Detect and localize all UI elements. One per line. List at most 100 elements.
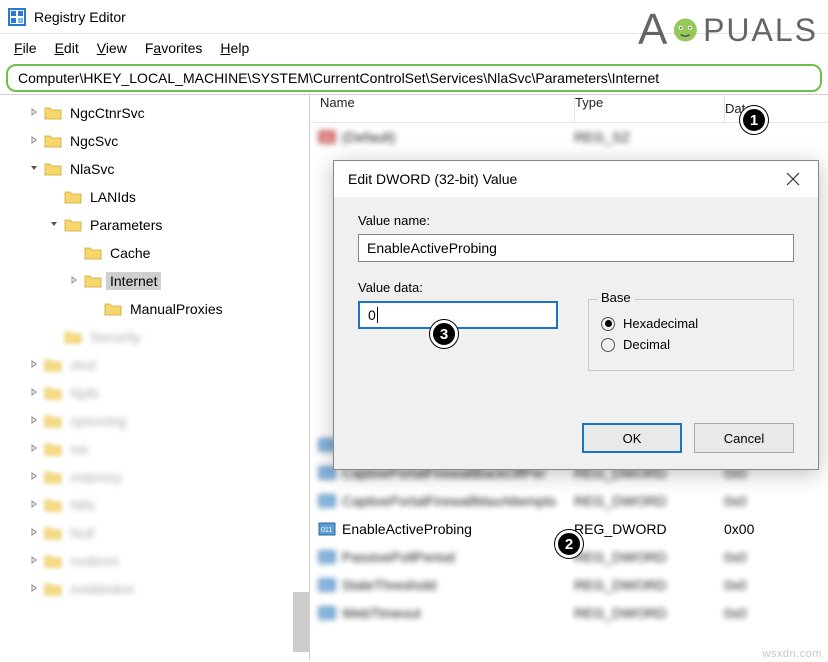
value-icon: 011 (318, 520, 336, 538)
svg-text:011: 011 (321, 471, 332, 478)
dialog-titlebar[interactable]: Edit DWORD (32-bit) Value (334, 161, 818, 197)
base-groupbox: Base Hexadecimal Decimal (588, 299, 794, 371)
tree-item[interactable]: Null (0, 519, 309, 547)
menu-view[interactable]: ViewView (89, 38, 135, 58)
close-icon (786, 172, 800, 186)
chevron-right-icon[interactable] (26, 499, 42, 512)
logo-face-icon (670, 10, 701, 50)
tree-item[interactable]: Ntfs (0, 491, 309, 519)
tree-item[interactable]: ▸Security (0, 323, 309, 351)
chevron-right-icon[interactable] (26, 583, 42, 596)
chevron-right-icon[interactable] (26, 443, 42, 456)
regedit-icon (8, 8, 26, 26)
value-type: REG_DWORD (574, 493, 724, 509)
value-icon: ab (318, 128, 336, 146)
menu-favorites[interactable]: FavoritesFavorites (137, 38, 211, 58)
tree-item[interactable]: nlvd (0, 351, 309, 379)
column-header-type[interactable]: Type (575, 95, 725, 122)
list-row[interactable]: 011CaptivePortalFirewallMaxAttemptsREG_D… (310, 487, 828, 515)
tree-item-label: nsi (66, 440, 92, 458)
value-icon: 011 (318, 576, 336, 594)
folder-icon (44, 582, 62, 596)
folder-icon (44, 106, 62, 120)
tree-item[interactable]: ▸Cache (0, 239, 309, 267)
appuals-watermark: A PUALS (638, 6, 818, 54)
value-name: WebTimeout (342, 605, 574, 621)
value-name: PassivePollPeriod (342, 549, 574, 565)
wsxdn-watermark: wsxdn.com (762, 648, 822, 660)
folder-icon (44, 442, 62, 456)
address-bar[interactable]: Computer\HKEY_LOCAL_MACHINE\SYSTEM\Curre… (6, 64, 822, 92)
tree-item-label: Null (66, 524, 98, 542)
chevron-right-icon[interactable] (26, 359, 42, 372)
chevron-right-icon[interactable] (26, 471, 42, 484)
tree-item-label: Npfs (66, 384, 103, 402)
value-name-input[interactable]: EnableActiveProbing (358, 234, 794, 262)
tree-item[interactable]: Internet (0, 267, 309, 295)
value-icon: 011 (318, 548, 336, 566)
tree-item-label: Security (86, 328, 145, 346)
radio-hex-label: Hexadecimal (623, 316, 698, 331)
folder-icon (64, 330, 82, 344)
chevron-right-icon[interactable] (26, 387, 42, 400)
list-row[interactable]: 011WebTimeoutREG_DWORD0x0 (310, 599, 828, 627)
tree-item-label: ManualProxies (126, 300, 227, 318)
chevron-right-icon[interactable] (26, 527, 42, 540)
tree-item[interactable]: npsvctrig (0, 407, 309, 435)
tree-item[interactable]: nsiproxy (0, 463, 309, 491)
edit-dword-dialog: Edit DWORD (32-bit) Value Value name: En… (333, 160, 819, 470)
chevron-down-icon[interactable] (46, 219, 62, 232)
tree-item[interactable]: nvdimm (0, 547, 309, 575)
tree-item[interactable]: Npfs (0, 379, 309, 407)
chevron-right-icon[interactable] (26, 135, 42, 148)
tree-item-label: NlaSvc (66, 160, 118, 178)
folder-icon (44, 470, 62, 484)
folder-icon (84, 274, 102, 288)
tree-item[interactable]: NgcCtnrSvc (0, 99, 309, 127)
chevron-down-icon[interactable] (26, 163, 42, 176)
value-icon: 011 (318, 492, 336, 510)
tree-item-label: Parameters (86, 216, 166, 234)
tree-item[interactable]: Parameters (0, 211, 309, 239)
value-name: (Default) (342, 129, 574, 145)
folder-icon (44, 414, 62, 428)
radio-decimal[interactable]: Decimal (601, 337, 781, 352)
ok-button[interactable]: OK (582, 423, 682, 453)
dialog-body: Value name: EnableActiveProbing Value da… (334, 197, 818, 469)
menu-help[interactable]: HelpHelp (212, 38, 257, 58)
value-icon: 011 (318, 604, 336, 622)
tree-item-label: nsiproxy (66, 468, 126, 486)
tree-scrollbar-thumb[interactable] (293, 592, 309, 652)
radio-dec-label: Decimal (623, 337, 670, 352)
window-title: Registry Editor (34, 9, 126, 25)
tree-item-label: nvdimm (66, 552, 123, 570)
tree-item[interactable]: nvlddmkm (0, 575, 309, 603)
tree-item[interactable]: NgcSvc (0, 127, 309, 155)
menu-edit[interactable]: EditEdit (47, 38, 87, 58)
tree-item[interactable]: ▸LANIds (0, 183, 309, 211)
tree-item[interactable]: ▸ManualProxies (0, 295, 309, 323)
tree-item[interactable]: NlaSvc (0, 155, 309, 183)
column-header-name[interactable]: Name (310, 95, 575, 122)
radio-hexadecimal[interactable]: Hexadecimal (601, 316, 781, 331)
menu-file[interactable]: FFileile (6, 38, 45, 58)
folder-icon (44, 498, 62, 512)
tree-item-label: NgcSvc (66, 132, 122, 150)
folder-icon (44, 526, 62, 540)
chevron-right-icon[interactable] (26, 555, 42, 568)
radio-icon (601, 338, 615, 352)
value-data-input[interactable]: 0 (358, 301, 558, 329)
value-data: 0x00 (724, 521, 828, 537)
value-type: REG_DWORD (574, 605, 724, 621)
value-name: StaleThreshold (342, 577, 574, 593)
tree-item[interactable]: nsi (0, 435, 309, 463)
chevron-right-icon[interactable] (66, 275, 82, 288)
tree-pane[interactable]: NgcCtnrSvc NgcSvc NlaSvc ▸LANIds Parameters ▸… (0, 95, 310, 660)
dialog-close-button[interactable] (778, 164, 808, 194)
tree-item-label: LANIds (86, 188, 140, 206)
cancel-button[interactable]: Cancel (694, 423, 794, 453)
value-data-label: Value data: (358, 280, 558, 295)
chevron-right-icon[interactable] (26, 107, 42, 120)
chevron-right-icon[interactable] (26, 415, 42, 428)
list-row[interactable]: 011StaleThresholdREG_DWORD0x0 (310, 571, 828, 599)
